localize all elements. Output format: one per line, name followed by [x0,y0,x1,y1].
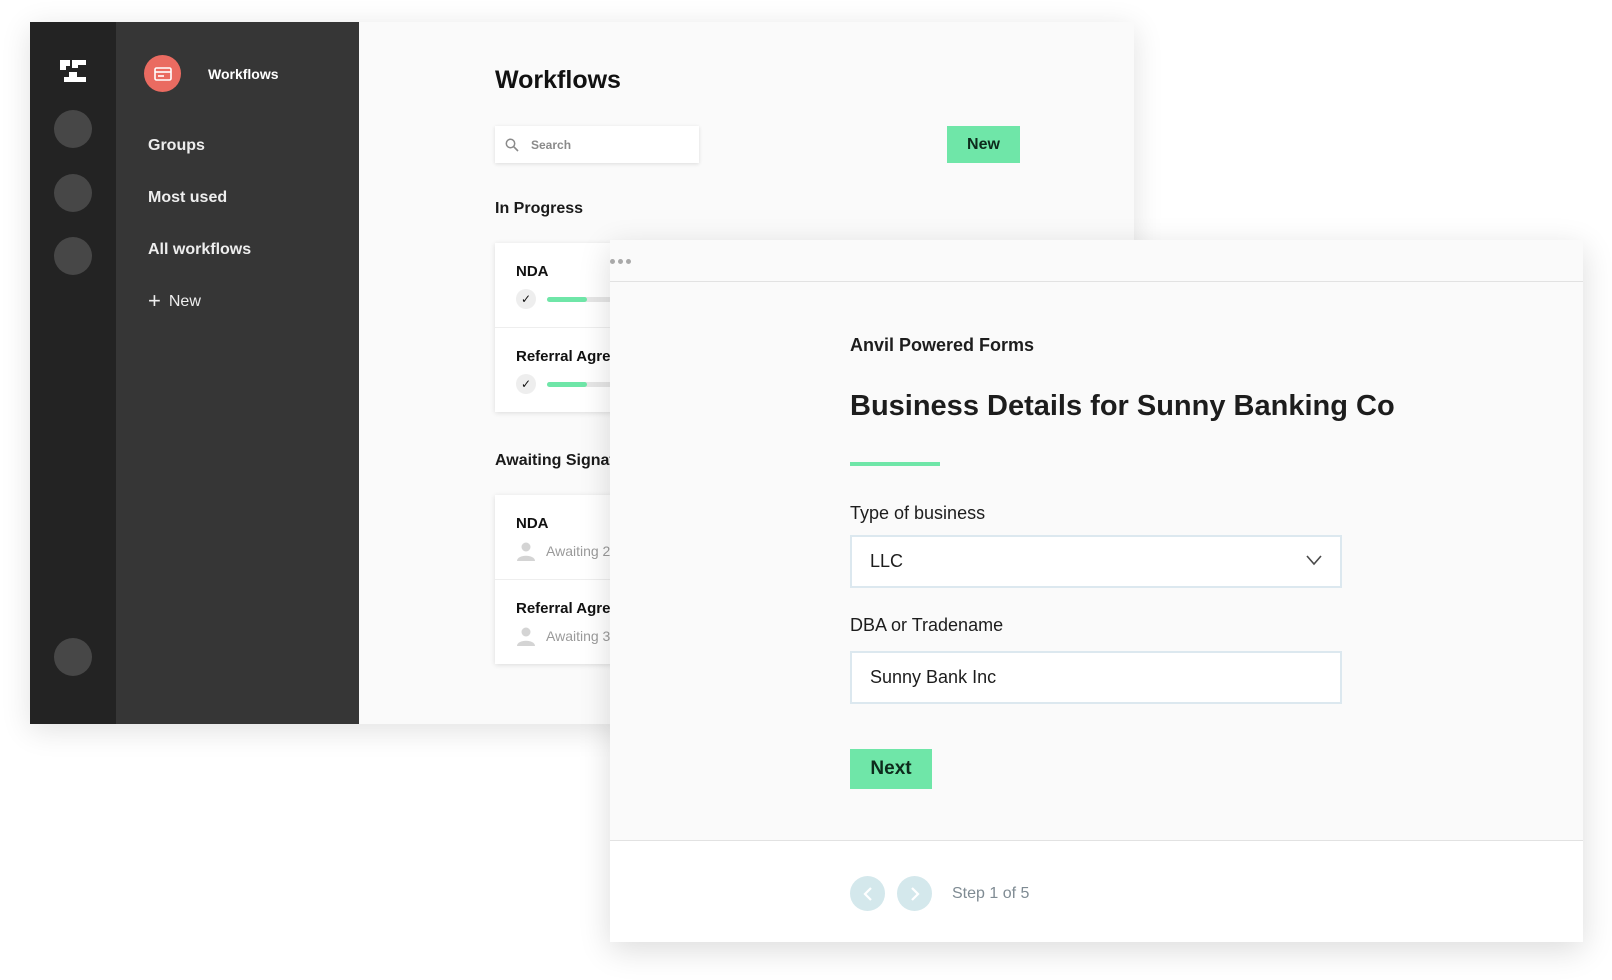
workflow-title: NDA [516,263,549,280]
sidebar-header: Workflows [144,55,279,92]
type-of-business-select[interactable]: LLC [850,535,1342,588]
dba-field[interactable] [850,651,1342,704]
search-icon [505,138,519,152]
page-title: Workflows [495,66,621,94]
check-icon: ✓ [516,289,536,309]
check-icon: ✓ [516,374,536,394]
rail-item-icon[interactable] [54,110,92,148]
rail-item-icon[interactable] [54,237,92,275]
step-indicator: Step 1 of 5 [952,884,1030,902]
next-button[interactable]: Next [850,749,932,789]
workflow-status: Awaiting 2 [516,541,610,561]
form-title: Business Details for Sunny Banking Co [850,390,1395,422]
more-options-icon[interactable] [610,259,631,264]
dba-label: DBA or Tradename [850,615,1004,635]
section-in-progress: In Progress [495,200,584,217]
sidebar-item-label: New [168,293,201,310]
title-underline [850,462,940,466]
anvil-logo-icon[interactable] [60,60,86,82]
next-step-button[interactable] [897,876,932,911]
icon-rail [30,22,116,724]
chevron-right-icon [910,886,920,901]
dba-input[interactable] [870,667,1310,688]
new-workflow-button[interactable]: New [947,126,1020,163]
app-title: Workflows [208,65,279,82]
sidebar-item-all-workflows[interactable]: All workflows [148,240,251,292]
rail-item-icon[interactable] [54,174,92,212]
awaiting-status: Awaiting 3 [546,628,611,644]
window-title-bar [610,240,1583,282]
sidebar-item-new[interactable]: + New [148,288,251,344]
user-avatar[interactable] [54,638,92,676]
workflow-title: NDA [516,515,549,532]
sidebar-item-label: All workflows [148,241,252,258]
progress-fill [547,381,587,387]
previous-step-button[interactable] [850,876,885,911]
sidebar-item-label: Most used [148,189,228,206]
step-pager: Step 1 of 5 [850,876,1029,911]
form-subtitle: Anvil Powered Forms [850,335,1035,355]
workflow-status: Awaiting 3 [516,626,610,646]
search-input[interactable] [529,136,683,153]
type-of-business-value: LLC [870,551,904,571]
sidebar-item-groups[interactable]: Groups [148,136,251,188]
type-of-business-label: Type of business [850,503,986,523]
form-footer: Step 1 of 5 [610,840,1583,942]
sidebar: Workflows Groups Most used All workflows… [116,22,359,724]
form-icon [144,55,181,92]
sidebar-item-most-used[interactable]: Most used [148,188,251,240]
sidebar-item-label: Groups [148,137,205,154]
progress-fill [547,296,587,302]
chevron-left-icon [862,886,872,901]
awaiting-status: Awaiting 2 [546,543,611,559]
plus-icon: + [148,288,161,313]
sidebar-nav: Groups Most used All workflows + New [148,136,251,344]
search-box[interactable] [495,126,699,163]
person-icon [517,542,535,561]
person-icon [517,627,535,646]
chevron-down-icon [1306,555,1322,566]
form-window: Anvil Powered Forms Business Details for… [610,240,1583,942]
